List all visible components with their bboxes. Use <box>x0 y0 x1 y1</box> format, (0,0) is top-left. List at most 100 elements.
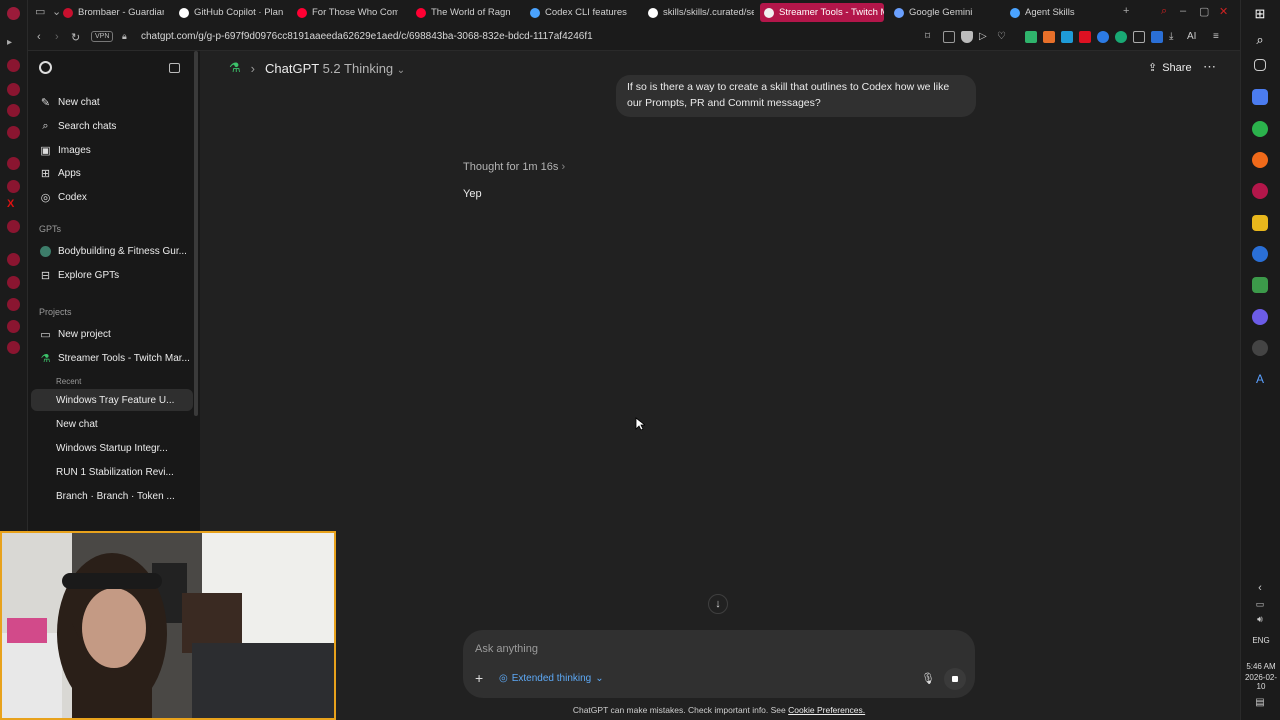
shield-icon[interactable] <box>961 31 973 43</box>
browser-menu-icon[interactable]: ▸ <box>7 37 20 50</box>
tab[interactable]: The World of Ragn <box>412 3 516 22</box>
recent-chat-item[interactable]: Branch · Branch · Token ... <box>38 485 193 507</box>
microphone-icon[interactable]: 🎙︎ <box>921 672 935 685</box>
tab[interactable]: Google Gemini <box>890 3 998 22</box>
rail-app-icon[interactable] <box>7 276 20 289</box>
rail-app-icon[interactable] <box>7 341 20 354</box>
windows-start-icon[interactable]: ⊞ <box>1252 6 1268 22</box>
share-button[interactable]: ⇪ Share <box>1148 61 1192 75</box>
recent-chat-item[interactable]: New chat <box>38 413 193 435</box>
tab[interactable]: For Those Who Come <box>293 3 398 22</box>
scroll-down-button[interactable]: ↓ <box>708 594 728 614</box>
recent-chat-item[interactable]: Windows Tray Feature U... <box>31 389 193 411</box>
rail-app-icon[interactable] <box>7 157 20 170</box>
extension-icon[interactable] <box>1079 31 1091 43</box>
tab[interactable]: Agent Skills <box>1006 3 1106 22</box>
stop-button[interactable] <box>944 668 966 690</box>
browser-logo-icon[interactable] <box>7 7 20 20</box>
url-field[interactable]: chatgpt.com/g/g-p-697f9d0976cc8191aaeeda… <box>141 31 593 42</box>
sidebar-item-new-project[interactable]: ▭ New project <box>38 323 193 345</box>
rail-app-icon[interactable] <box>7 126 20 139</box>
clock-date[interactable]: 2026-02-10 <box>1241 673 1280 691</box>
app-icon[interactable]: A <box>1252 372 1268 388</box>
tab-overview-icon[interactable]: ▭ <box>35 5 45 18</box>
add-attachment-icon[interactable]: + <box>475 670 483 686</box>
recent-chat-item[interactable]: RUN 1 Stabilization Revi... <box>38 461 193 483</box>
sidebar-item-project[interactable]: ⚗ Streamer Tools - Twitch Mar... <box>38 347 193 369</box>
rail-app-icon[interactable] <box>7 220 20 233</box>
copilot-icon[interactable] <box>1252 89 1268 105</box>
maximize-icon[interactable]: ▢ <box>1199 5 1209 18</box>
model-selector[interactable]: ⚗ › ChatGPT 5.2 Thinking ⌄ <box>229 60 405 76</box>
clock-time[interactable]: 5:46 AM <box>1241 662 1280 671</box>
x-icon[interactable]: X <box>7 198 20 211</box>
bookmark-icon[interactable]: ⌑ <box>925 31 937 43</box>
extended-thinking-pill[interactable]: ◎ Extended thinking ⌄ <box>499 673 604 684</box>
extension-icon[interactable] <box>1061 31 1073 43</box>
lock-icon[interactable]: 🔒︎ <box>122 31 127 42</box>
sidebar-scrollbar[interactable] <box>194 51 198 416</box>
close-icon[interactable]: ✕ <box>1219 5 1228 18</box>
more-options-icon[interactable]: ⋯ <box>1203 59 1216 75</box>
volume-icon[interactable]: 🔊︎ <box>1252 614 1268 630</box>
rail-app-icon[interactable] <box>7 180 20 193</box>
tab[interactable]: Codex CLI features <box>526 3 634 22</box>
task-view-icon[interactable] <box>1254 59 1266 71</box>
sidebar-item-explore-gpts[interactable]: ⊟ Explore GPTs <box>38 264 193 286</box>
rail-app-icon[interactable] <box>7 59 20 72</box>
tab[interactable]: Brombaer - Guardian of <box>59 3 164 22</box>
projects-header[interactable]: Projects <box>39 307 72 317</box>
extension-icon[interactable] <box>1115 31 1127 43</box>
tab[interactable]: skills/skills/.curated/se <box>644 3 754 22</box>
gpts-header[interactable]: GPTs <box>39 224 61 234</box>
recent-chat-item[interactable]: Windows Startup Integr... <box>38 437 193 459</box>
discord-icon[interactable] <box>1252 309 1268 325</box>
app-icon[interactable] <box>1252 246 1268 262</box>
cookie-preferences-link[interactable]: Cookie Preferences. <box>788 705 865 715</box>
ai-button[interactable]: AI <box>1187 31 1207 43</box>
sidebar-item-images[interactable]: ▣ Images <box>38 139 193 161</box>
thought-toggle[interactable]: Thought for 1m 16s › <box>463 161 565 173</box>
reload-icon[interactable]: ↻ <box>71 31 80 44</box>
download-icon[interactable]: ⤓ <box>1169 31 1181 43</box>
extension-icon[interactable] <box>1025 31 1037 43</box>
vpn-badge[interactable]: VPN <box>91 31 114 42</box>
tab[interactable]: GitHub Copilot · Plans <box>175 3 283 22</box>
app-icon[interactable] <box>1252 277 1268 293</box>
heart-icon[interactable]: ♡ <box>997 31 1009 43</box>
openai-logo-icon[interactable] <box>39 61 52 74</box>
sidebar-item-search-chats[interactable]: ⌕ Search chats <box>38 115 193 137</box>
play-icon[interactable]: ▷ <box>979 31 991 43</box>
minimize-icon[interactable]: – <box>1180 5 1186 17</box>
rail-app-icon[interactable] <box>7 253 20 266</box>
search-icon[interactable]: ⌕ <box>1252 32 1268 48</box>
notifications-icon[interactable]: ▤ <box>1252 697 1268 713</box>
menu-icon[interactable]: ≡ <box>1213 31 1225 43</box>
app-icon[interactable] <box>1252 340 1268 356</box>
tab-active[interactable]: Streamer Tools - Twitch M <box>760 3 884 22</box>
chrome-icon[interactable] <box>1252 121 1268 137</box>
sidebar-item-new-chat[interactable]: ✎ New chat <box>38 91 193 113</box>
firefox-icon[interactable] <box>1252 152 1268 168</box>
sidebar-toggle-icon[interactable] <box>169 63 180 73</box>
forward-icon[interactable]: › <box>55 31 59 43</box>
sidebar-item-apps[interactable]: ⊞ Apps <box>38 162 193 184</box>
tray-chevron-icon[interactable]: ‹ <box>1252 582 1268 598</box>
extensions-puzzle-icon[interactable] <box>1133 31 1145 43</box>
sidebar-item-gpt[interactable]: Bodybuilding & Fitness Gur... <box>38 240 193 262</box>
extension-icon[interactable] <box>1097 31 1109 43</box>
file-explorer-icon[interactable] <box>1252 215 1268 231</box>
network-icon[interactable]: ▭ <box>1252 599 1268 615</box>
prompt-input[interactable] <box>475 640 895 658</box>
new-tab-icon[interactable]: + <box>1123 5 1129 17</box>
language-indicator[interactable]: ENG <box>1241 636 1280 645</box>
back-icon[interactable]: ‹ <box>37 31 41 43</box>
rail-app-icon[interactable] <box>7 83 20 96</box>
rail-app-icon[interactable] <box>7 104 20 117</box>
extension-icon[interactable] <box>1043 31 1055 43</box>
profile-icon[interactable] <box>1151 31 1163 43</box>
rail-app-icon[interactable] <box>7 298 20 311</box>
rail-app-icon[interactable] <box>7 320 20 333</box>
snapshot-icon[interactable] <box>943 31 955 43</box>
browser-app-icon[interactable] <box>1252 183 1268 199</box>
